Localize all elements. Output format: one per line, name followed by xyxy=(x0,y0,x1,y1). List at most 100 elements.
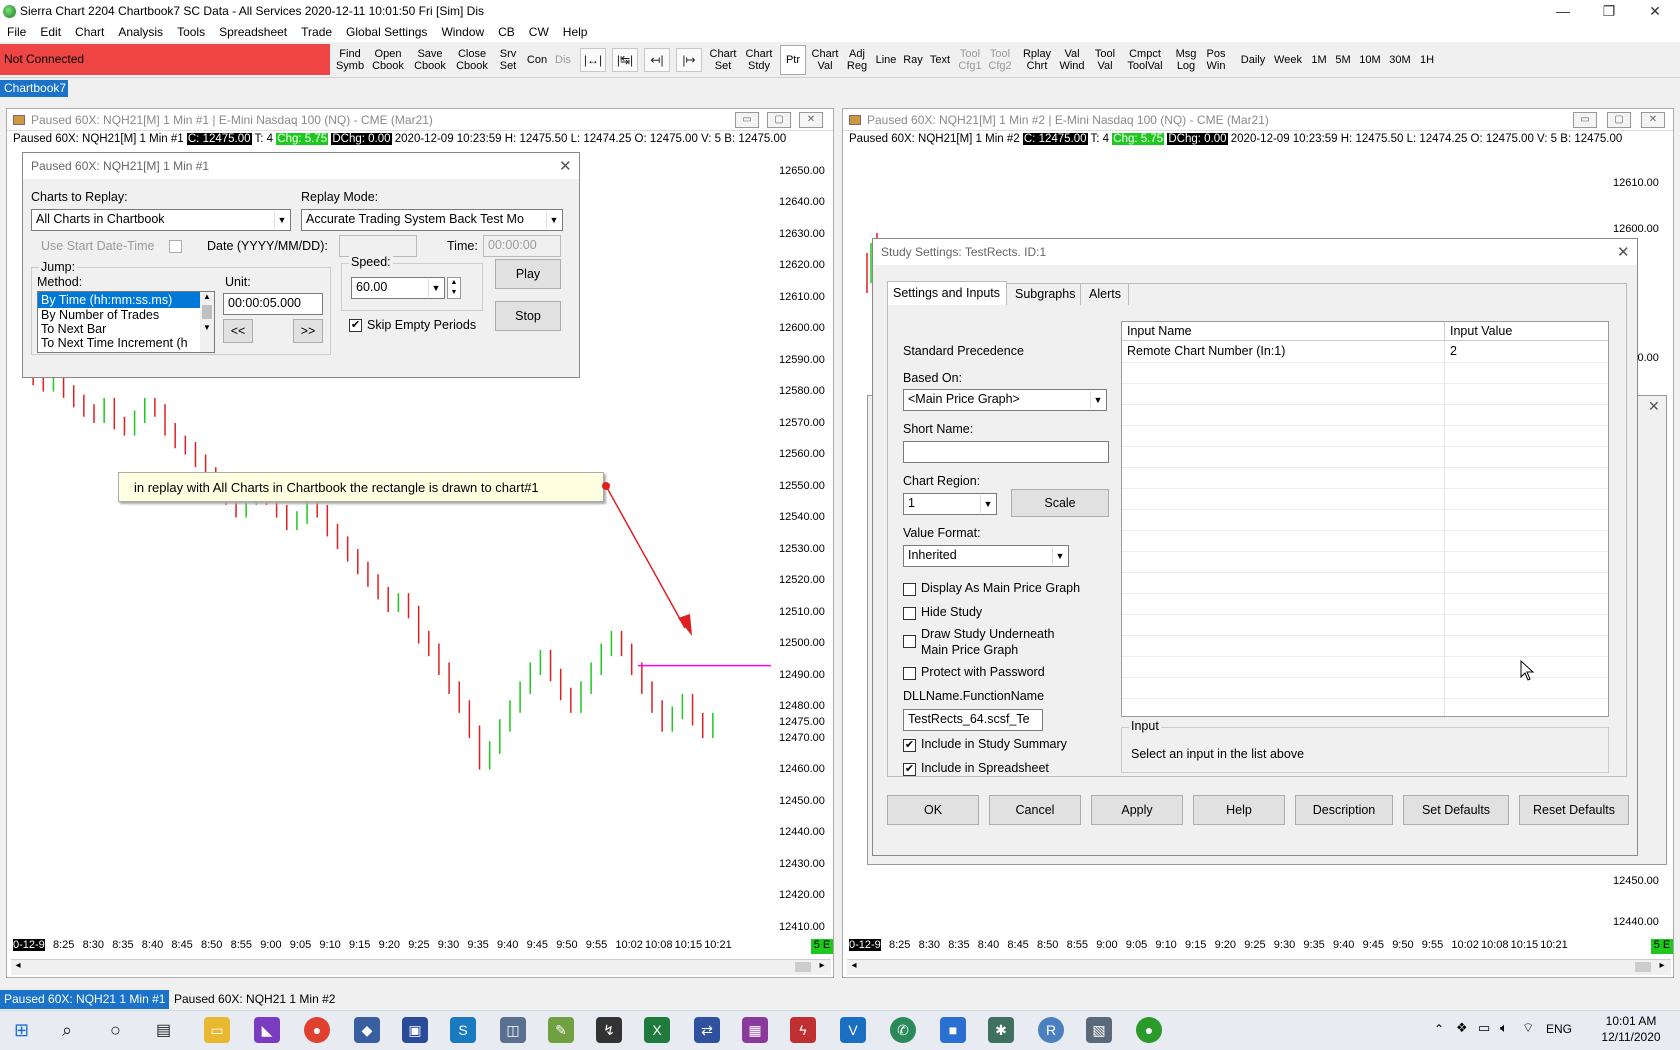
wifi-icon[interactable]: ⌔ xyxy=(1522,1020,1534,1036)
time-input[interactable]: 00:00:00 xyxy=(483,235,561,257)
play-button[interactable]: Play xyxy=(495,259,561,289)
app-icon[interactable]: V xyxy=(840,1017,866,1043)
chart-tab-1[interactable]: Paused 60X: NQH21 1 Min #1 xyxy=(0,990,170,1009)
tool-config1-button[interactable]: Tool Cfg1 xyxy=(956,45,984,75)
position-window-button[interactable]: Pos Win xyxy=(1202,45,1230,75)
stop-button[interactable]: Stop xyxy=(495,301,561,331)
include-spreadsheet-checkbox[interactable]: ✔ xyxy=(903,763,916,776)
app-icon[interactable]: ϟ xyxy=(790,1017,816,1043)
chart-2-maximize-icon[interactable]: ▢ xyxy=(1607,112,1631,128)
values-window-button[interactable]: Val Wind xyxy=(1056,45,1088,75)
notepad-icon[interactable]: ✎ xyxy=(548,1017,574,1043)
menu-chart[interactable]: Chart xyxy=(68,24,111,39)
menu-trade[interactable]: Trade xyxy=(294,24,339,39)
chart-2-close-icon[interactable]: ✕ xyxy=(1641,112,1665,128)
text-tool-button[interactable]: Text xyxy=(926,45,954,75)
timeframe-week-button[interactable]: Week xyxy=(1270,45,1306,75)
method-option[interactable]: To Next Bar xyxy=(38,322,214,336)
search-icon[interactable]: ⌕ xyxy=(62,1020,72,1041)
menu-cw[interactable]: CW xyxy=(522,24,556,39)
chart-2-scrollbar[interactable]: ◂ ▸ xyxy=(847,959,1671,975)
line-tool-button[interactable]: Line xyxy=(872,45,900,75)
app-s-icon[interactable]: S xyxy=(450,1017,476,1043)
use-start-checkbox[interactable] xyxy=(169,240,182,253)
scroll-right-arrow-icon[interactable]: ▸ xyxy=(1655,960,1669,974)
server-settings-button[interactable]: Srv Set xyxy=(494,45,522,75)
short-name-input[interactable] xyxy=(903,441,1109,463)
chart-values-button[interactable]: Chart Val xyxy=(808,45,842,75)
unit-input[interactable]: 00:00:05.000 xyxy=(223,293,323,315)
adjust-region-button[interactable]: Adj Reg xyxy=(844,45,870,75)
disconnect-button[interactable]: Dis xyxy=(551,45,575,75)
scroll-thumb[interactable] xyxy=(795,962,811,972)
tool-config2-button[interactable]: Tool Cfg2 xyxy=(985,45,1015,75)
scroll-right-icon[interactable]: |↦ xyxy=(676,48,702,72)
close-icon[interactable]: ✕ xyxy=(1632,0,1678,24)
app-icon[interactable]: ▦ xyxy=(742,1017,768,1043)
skip-empty-checkbox[interactable]: ✔ xyxy=(349,319,362,332)
tool-values-button[interactable]: Tool Val xyxy=(1090,45,1120,75)
connect-button[interactable]: Con xyxy=(524,45,550,75)
display-main-checkbox[interactable] xyxy=(903,583,916,596)
chart-settings-button[interactable]: Chart Set xyxy=(706,45,740,75)
inputs-table[interactable]: Input Name Input Value Remote Chart Numb… xyxy=(1121,321,1609,717)
chrome-icon[interactable]: ● xyxy=(304,1017,330,1043)
speed-spinner[interactable]: ▲ ▼ xyxy=(447,277,461,299)
timeframe-1h-button[interactable]: 1H xyxy=(1416,45,1438,75)
cancel-button[interactable]: Cancel xyxy=(989,795,1081,825)
network-tray-icon[interactable]: ▭ xyxy=(1478,1020,1490,1036)
find-symbol-button[interactable]: Find Symb xyxy=(334,45,366,75)
file-explorer-icon[interactable]: ▭ xyxy=(204,1017,230,1043)
chart-1-close-icon[interactable]: ✕ xyxy=(799,112,823,128)
app-icon[interactable]: ◫ xyxy=(500,1017,526,1043)
replay-close-icon[interactable]: ✕ xyxy=(559,157,572,175)
network-icon[interactable]: ⇄ xyxy=(694,1017,720,1043)
minimize-icon[interactable]: — xyxy=(1540,0,1586,24)
scroll-thumb[interactable] xyxy=(1635,962,1651,972)
protect-password-checkbox[interactable] xyxy=(903,667,916,680)
r-icon[interactable]: R xyxy=(1038,1017,1064,1043)
timeframe-1m-button[interactable]: 1M xyxy=(1308,45,1330,75)
cortana-icon[interactable]: ○ xyxy=(110,1020,121,1041)
menu-window[interactable]: Window xyxy=(434,24,491,39)
chartbook-tab[interactable]: Chartbook7 xyxy=(0,80,68,97)
restore-icon[interactable]: ❐ xyxy=(1586,0,1632,24)
menu-file[interactable]: File xyxy=(0,24,33,39)
method-list-scrollbar[interactable]: ▲ ▼ xyxy=(200,292,214,352)
charts-to-replay-select[interactable]: All Charts in Chartbook ▼ xyxy=(31,209,291,231)
help-button[interactable]: Help xyxy=(1193,795,1285,825)
based-on-select[interactable]: <Main Price Graph> ▼ xyxy=(903,389,1107,411)
speed-input[interactable]: 60.00 ▼ xyxy=(351,277,445,299)
menu-help[interactable]: Help xyxy=(556,24,595,39)
chart-studies-button[interactable]: Chart Stdy xyxy=(742,45,776,75)
save-chartbook-button[interactable]: Save Cbook xyxy=(410,45,450,75)
jump-forward-button[interactable]: >> xyxy=(293,319,323,343)
menu-spreadsheet[interactable]: Spreadsheet xyxy=(212,24,294,39)
close-chartbook-button[interactable]: Close Cbook xyxy=(452,45,492,75)
chart-1-maximize-icon[interactable]: ▢ xyxy=(767,112,791,128)
expand-icon[interactable]: |↹| xyxy=(612,48,638,72)
replay-chart-button[interactable]: Rplay Chrt xyxy=(1020,45,1054,75)
tab-alerts[interactable]: Alerts xyxy=(1085,283,1129,305)
scale-button[interactable]: Scale xyxy=(1011,489,1109,517)
message-log-button[interactable]: Msg Log xyxy=(1172,45,1200,75)
jump-back-button[interactable]: << xyxy=(223,319,253,343)
app-icon[interactable]: ◆ xyxy=(354,1017,380,1043)
menu-analysis[interactable]: Analysis xyxy=(111,24,170,39)
date-input[interactable] xyxy=(339,235,417,257)
scroll-left-arrow-icon[interactable]: ◂ xyxy=(11,960,25,974)
app-icon[interactable]: ✆ xyxy=(890,1017,916,1043)
app-icon[interactable]: ↯ xyxy=(596,1017,622,1043)
chart-1-scrollbar[interactable]: ◂ ▸ xyxy=(11,959,831,975)
clock-time[interactable]: 10:01 AM xyxy=(1596,1014,1666,1028)
chart-2-header[interactable]: Paused 60X: NQH21[M] 1 Min #2 | E-Mini N… xyxy=(843,109,1673,131)
replay-dialog[interactable]: Paused 60X: NQH21[M] 1 Min #1 ✕ Charts t… xyxy=(22,152,580,378)
menu-tools[interactable]: Tools xyxy=(170,24,212,39)
chart-1-minimize-icon[interactable]: ▭ xyxy=(735,112,759,128)
set-defaults-button[interactable]: Set Defaults xyxy=(1403,795,1509,825)
reset-defaults-button[interactable]: Reset Defaults xyxy=(1519,795,1629,825)
app-icon[interactable]: ▧ xyxy=(1086,1017,1112,1043)
tab-subgraphs[interactable]: Subgraphs xyxy=(1011,283,1081,305)
pointer-tool-button[interactable]: Ptr xyxy=(780,45,806,75)
hide-study-checkbox[interactable] xyxy=(903,607,916,620)
